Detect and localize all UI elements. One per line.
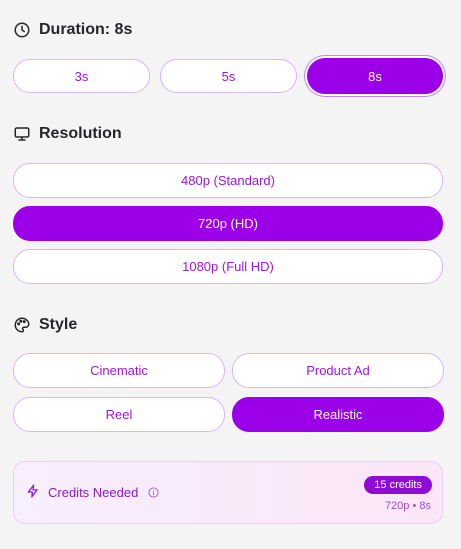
palette-icon: [13, 316, 31, 334]
credits-card: Credits Needed 15 credits 720p • 8s: [13, 461, 443, 524]
monitor-icon: [13, 125, 31, 143]
style-option-realistic[interactable]: Realistic: [232, 397, 444, 432]
credits-badge: 15 credits: [364, 476, 432, 494]
resolution-option-1080p[interactable]: 1080p (Full HD): [13, 249, 443, 284]
duration-title: Duration: 8s: [39, 21, 133, 38]
duration-header: Duration: 8s: [13, 21, 132, 39]
resolution-option-480p[interactable]: 480p (Standard): [13, 163, 443, 198]
resolution-title: Resolution: [39, 125, 122, 142]
credits-summary: 720p • 8s: [384, 500, 431, 512]
resolution-header: Resolution: [13, 125, 122, 143]
style-option-reel[interactable]: Reel: [13, 397, 225, 432]
lightning-icon: [26, 484, 40, 501]
duration-option-5s[interactable]: 5s: [160, 59, 297, 93]
style-header: Style: [13, 316, 77, 334]
video-settings-panel: Duration: 8s 3s 5s 8s Resolution 480p (S…: [0, 0, 461, 549]
style-option-product-ad[interactable]: Product Ad: [232, 353, 444, 388]
style-option-cinematic[interactable]: Cinematic: [13, 353, 225, 388]
credits-label-row: Credits Needed: [26, 462, 159, 523]
duration-option-3s[interactable]: 3s: [13, 59, 150, 93]
clock-icon: [13, 21, 31, 39]
resolution-option-720p[interactable]: 720p (HD): [13, 206, 443, 241]
info-icon[interactable]: [148, 487, 159, 498]
duration-option-8s[interactable]: 8s: [307, 58, 443, 94]
credits-label: Credits Needed: [48, 485, 139, 500]
style-title: Style: [39, 316, 78, 333]
